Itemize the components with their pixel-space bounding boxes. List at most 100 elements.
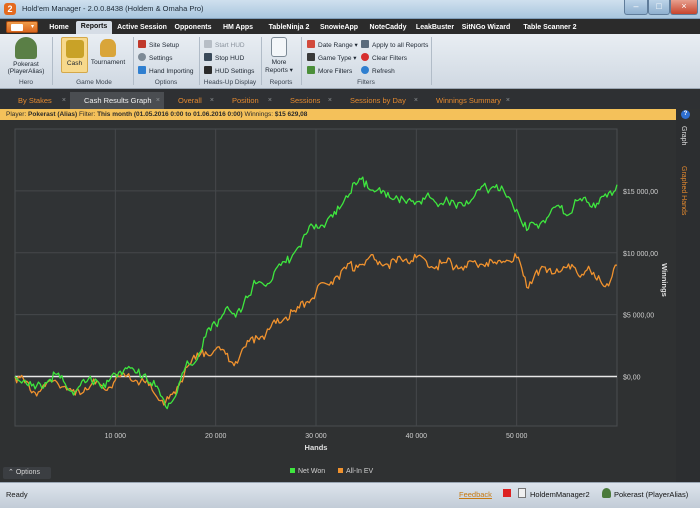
- tab-opponents[interactable]: Opponents: [172, 22, 214, 34]
- tab-home[interactable]: Home: [44, 22, 74, 34]
- subtab-by-stakes[interactable]: By Stakes ×: [4, 92, 70, 109]
- game-type-icon: [307, 53, 315, 61]
- filter-icon: [307, 66, 315, 74]
- hero-avatar-icon: [15, 37, 37, 59]
- tab-snowieapp[interactable]: SnowieApp: [318, 22, 360, 34]
- app-logo-icon: 2: [4, 3, 16, 15]
- date-range-dropdown[interactable]: Date Range ▾: [307, 40, 358, 49]
- hero-name: Pokerast: [13, 61, 39, 68]
- status-text: Ready: [6, 490, 28, 499]
- chevron-down-icon: ▾: [30, 24, 34, 30]
- chevron-up-icon: ⌃: [8, 469, 14, 476]
- site-setup-button[interactable]: Site Setup: [138, 40, 179, 49]
- y-tick-label: $15 000,00: [623, 189, 658, 196]
- minimize-button[interactable]: –: [624, 0, 648, 15]
- game-type-dropdown[interactable]: Game Type ▾: [307, 53, 357, 62]
- close-tab-icon[interactable]: ×: [156, 92, 160, 109]
- start-hud-button[interactable]: Start HUD: [204, 40, 245, 49]
- side-tab-graphed-hands[interactable]: Graphed Hands: [680, 166, 687, 215]
- close-button[interactable]: ×: [670, 0, 698, 15]
- maximize-button[interactable]: □: [648, 0, 670, 15]
- close-tab-icon[interactable]: ×: [328, 92, 332, 109]
- subtab-overall[interactable]: Overall ×: [164, 92, 218, 109]
- player-status-label[interactable]: Pokerast (PlayerAlias): [614, 490, 688, 499]
- hud-settings-icon: [204, 66, 212, 74]
- close-tab-icon[interactable]: ×: [414, 92, 418, 109]
- tournament-mode-button[interactable]: Tournament: [90, 39, 126, 66]
- site-setup-icon: [138, 40, 146, 48]
- main-tab-bar: ▾ Home Reports Active Session Opponents …: [0, 19, 700, 34]
- tab-table-scanner[interactable]: Table Scanner 2: [520, 22, 580, 34]
- app-menu-button[interactable]: ▾: [6, 21, 38, 33]
- x-axis-label: Hands: [305, 443, 328, 452]
- menu-icon: [11, 24, 23, 31]
- chart-area: 10 000 20 000 30 000 40 000 50 000 $0,00 $5 00…: [0, 120, 676, 482]
- subtab-sessions-by-day[interactable]: Sessions by Day ×: [336, 92, 422, 109]
- title-bar: 2 Hold'em Manager - 2.0.0.8438 (Holdem &…: [0, 0, 700, 19]
- hand-importing-button[interactable]: Hand Importing: [138, 66, 193, 75]
- y-tick-label: $5 000,00: [623, 313, 654, 320]
- refresh-button[interactable]: Refresh: [361, 66, 395, 75]
- player-name: Pokerast (Alias): [28, 111, 78, 118]
- gear-icon: [138, 53, 146, 61]
- settings-button[interactable]: Settings: [138, 53, 173, 62]
- stop-hud-icon: [204, 53, 212, 61]
- tab-sitngo-wizard[interactable]: SitNGo Wizard: [460, 22, 512, 34]
- subtab-cash-results-graph[interactable]: Cash Results Graph ×: [70, 92, 164, 109]
- more-reports-button[interactable]: More Reports ▾: [264, 37, 294, 74]
- winnings-chart: 10 000 20 000 30 000 40 000 50 000 $0,00 $5 00…: [14, 128, 669, 475]
- side-tab-graph[interactable]: Graph: [680, 126, 687, 145]
- stop-hud-button[interactable]: Stop HUD: [204, 53, 244, 62]
- x-tick-label: 50 000: [506, 433, 528, 440]
- x-tick-label: 30 000: [305, 433, 327, 440]
- trophy-icon: [100, 39, 116, 57]
- clear-icon: [361, 53, 369, 61]
- group-divider: [133, 37, 134, 85]
- player-avatar-icon: [602, 488, 611, 498]
- hero-alias: (PlayerAlias): [7, 68, 45, 75]
- x-tick-label: 20 000: [205, 433, 227, 440]
- apply-all-reports-button[interactable]: Apply to all Reports: [361, 40, 428, 49]
- cash-icon: [65, 40, 84, 58]
- x-tick-label: 40 000: [406, 433, 428, 440]
- x-tick-label: 10 000: [105, 433, 127, 440]
- close-tab-icon[interactable]: ×: [62, 92, 66, 109]
- group-label-hud: Heads-Up Display: [203, 79, 257, 86]
- tab-active-session[interactable]: Active Session: [116, 22, 168, 34]
- tab-notecaddy[interactable]: NoteCaddy: [367, 22, 409, 34]
- subtab-position[interactable]: Position ×: [218, 92, 276, 109]
- legend-swatch-net-won: [290, 468, 295, 473]
- group-label-options: Options: [154, 79, 178, 86]
- hero-button[interactable]: Pokerast (PlayerAlias): [6, 37, 46, 75]
- group-divider: [261, 37, 262, 85]
- report-tab-bar: By Stakes × Cash Results Graph × Overall × …: [0, 90, 700, 109]
- clear-filters-button[interactable]: Clear Filters: [361, 53, 407, 62]
- close-tab-icon[interactable]: ×: [506, 92, 510, 109]
- options-toggle-button[interactable]: ⌃ Options: [3, 467, 51, 479]
- legend-label-all-in-ev: All-In EV: [346, 468, 374, 475]
- cash-label: Cash: [66, 60, 83, 67]
- group-divider: [301, 37, 302, 85]
- close-tab-icon[interactable]: ×: [268, 92, 272, 109]
- feedback-link[interactable]: Feedback: [459, 490, 492, 499]
- y-tick-label: $0,00: [623, 375, 641, 382]
- subtab-sessions[interactable]: Sessions ×: [276, 92, 336, 109]
- filter-summary-bar: Player: Pokerast (Alias) Filter: This mo…: [0, 109, 676, 120]
- flag-icon[interactable]: [503, 489, 511, 497]
- import-icon: [138, 66, 146, 74]
- help-icon[interactable]: ?: [681, 110, 690, 119]
- app-status-label[interactable]: HoldemManager2: [530, 490, 590, 499]
- hud-settings-button[interactable]: HUD Settings: [204, 66, 254, 75]
- tab-leakbuster[interactable]: LeakBuster: [414, 22, 456, 34]
- tab-hm-apps[interactable]: HM Apps: [220, 22, 256, 34]
- legend-swatch-all-in-ev: [338, 468, 343, 473]
- tab-reports[interactable]: Reports: [76, 21, 112, 34]
- group-label-hero: Hero: [18, 79, 34, 86]
- close-tab-icon[interactable]: ×: [210, 92, 214, 109]
- subtab-winnings-summary[interactable]: Winnings Summary ×: [422, 92, 514, 109]
- tab-tableninja[interactable]: TableNinja 2: [264, 22, 314, 34]
- winnings-total: $15 629,08: [274, 111, 308, 118]
- cash-mode-button[interactable]: Cash: [61, 37, 88, 73]
- more-filters-button[interactable]: More Filters: [307, 66, 352, 75]
- apply-icon: [361, 40, 369, 48]
